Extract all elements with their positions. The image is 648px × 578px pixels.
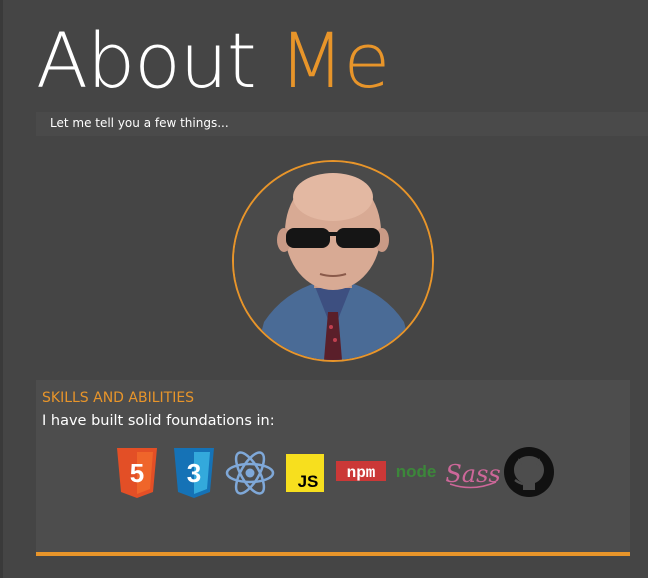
- html5-icon: 5: [117, 448, 157, 498]
- npm-icon: npm: [336, 461, 386, 482]
- skills-icon-row: 5 3 JS npm node Sass: [0, 446, 648, 502]
- page-subtitle: Let me tell you a few things...: [50, 116, 229, 130]
- react-icon: [225, 451, 275, 495]
- nodejs-icon: node: [396, 462, 437, 481]
- avatar: [232, 160, 434, 362]
- skills-heading: SKILLS AND ABILITIES: [42, 390, 195, 406]
- github-icon: [504, 447, 554, 497]
- sass-icon: Sass: [446, 460, 500, 489]
- css3-icon-label: 3: [187, 458, 201, 488]
- javascript-icon: JS: [286, 454, 324, 492]
- skills-accent-underline: [36, 552, 630, 556]
- nodejs-icon-label: node: [396, 462, 437, 481]
- html5-icon-label: 5: [130, 458, 144, 488]
- profile-photo: [234, 162, 432, 360]
- npm-icon-label: npm: [347, 464, 376, 482]
- skills-intro-text: I have built solid foundations in:: [42, 413, 275, 429]
- javascript-icon-label: JS: [298, 472, 319, 491]
- title-first-word: About: [36, 16, 257, 105]
- page-title: About Me: [36, 16, 390, 106]
- title-second-word: Me: [278, 16, 390, 105]
- css3-icon: 3: [174, 448, 214, 498]
